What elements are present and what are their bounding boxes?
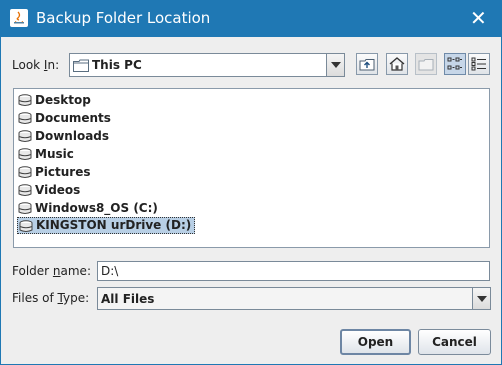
files-of-type-combo[interactable]: All Files (97, 287, 491, 310)
list-item-label: Windows8_OS (C:) (35, 201, 158, 215)
look-in-combo[interactable]: This PC (69, 53, 345, 77)
file-list[interactable]: Desktop Documents Downloads Music Pictur… (13, 88, 490, 248)
list-item-label: Downloads (35, 129, 110, 143)
close-button[interactable]: ✕ (455, 1, 501, 37)
list-item-pictures[interactable]: Pictures (17, 164, 94, 181)
drive-icon (19, 220, 33, 232)
look-in-value: This PC (92, 58, 142, 72)
title-bar[interactable]: Backup Folder Location ✕ (1, 1, 501, 37)
list-item-documents[interactable]: Documents (17, 110, 114, 127)
home-icon (389, 57, 405, 71)
window-title: Backup Folder Location (36, 9, 211, 27)
close-icon: ✕ (470, 6, 487, 30)
details-view-icon (471, 57, 486, 71)
chevron-down-icon[interactable] (472, 288, 490, 309)
chevron-down-icon[interactable] (326, 54, 344, 76)
new-folder-button[interactable] (415, 53, 437, 75)
list-view-button[interactable] (444, 53, 466, 75)
drive-icon (18, 166, 32, 178)
list-item-label: Pictures (35, 165, 91, 179)
list-item-windows8-os[interactable]: Windows8_OS (C:) (17, 200, 161, 217)
home-button[interactable] (386, 53, 408, 75)
list-item-label: Documents (35, 111, 111, 125)
list-item-label: Music (35, 147, 74, 161)
new-folder-icon (418, 59, 434, 71)
list-item-label: Videos (35, 183, 81, 197)
up-folder-icon (359, 59, 375, 71)
drive-icon (18, 202, 32, 214)
list-item-kingston-urdrive[interactable]: KINGSTON urDrive (D:) (17, 217, 196, 234)
list-item-downloads[interactable]: Downloads (17, 128, 112, 145)
drive-icon (18, 112, 32, 124)
list-item-desktop[interactable]: Desktop (17, 92, 94, 109)
look-in-label: Look In: (12, 58, 60, 72)
open-button[interactable]: Open (340, 329, 411, 355)
up-one-level-button[interactable] (356, 53, 378, 75)
list-item-label: KINGSTON urDrive (D:) (36, 218, 192, 232)
drive-icon (18, 130, 32, 142)
cancel-button[interactable]: Cancel (418, 329, 491, 355)
list-item-videos[interactable]: Videos (17, 182, 83, 199)
list-view-icon (447, 57, 462, 70)
drive-icon (18, 94, 32, 106)
list-item-music[interactable]: Music (17, 146, 77, 163)
files-of-type-value: All Files (101, 292, 155, 306)
drive-icon (18, 184, 32, 196)
folder-name-input[interactable]: D:\ (97, 261, 490, 281)
drive-icon (18, 148, 32, 160)
list-item-label: Desktop (35, 93, 91, 107)
details-view-button[interactable] (468, 53, 490, 75)
folder-icon (73, 59, 89, 72)
file-chooser-dialog: Backup Folder Location ✕ Look In: This P… (0, 0, 502, 365)
java-app-icon (10, 9, 28, 27)
files-of-type-label: Files of Type: (12, 291, 90, 305)
folder-name-label: Folder name: (12, 264, 91, 278)
